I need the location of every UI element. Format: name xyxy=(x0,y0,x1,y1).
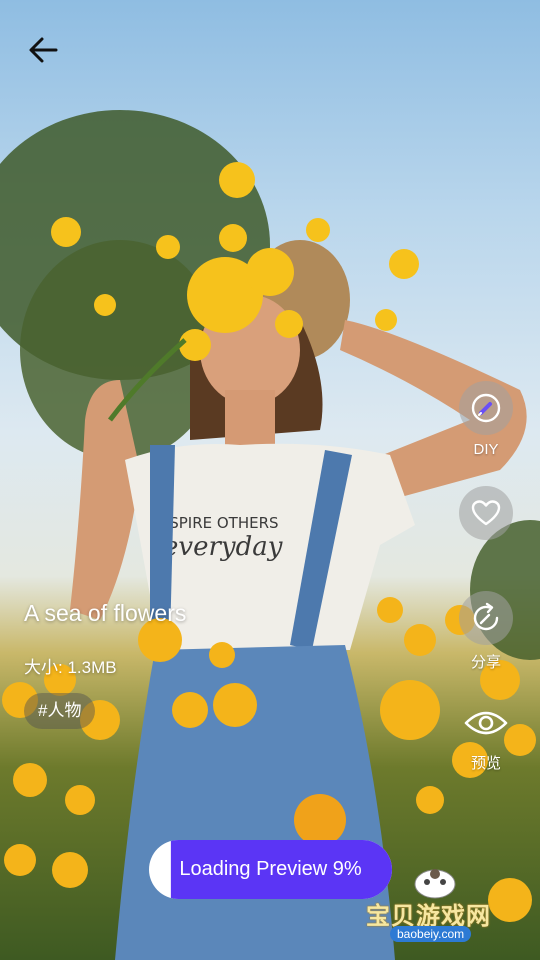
file-size: 大小: 1.3MB xyxy=(24,658,117,677)
share-label: 分享 xyxy=(470,654,501,671)
category-tag[interactable]: #人物 xyxy=(24,693,96,729)
diy-button[interactable] xyxy=(459,381,513,435)
diy-label: DIY xyxy=(473,441,499,458)
wallpaper-title: A sea of flowers xyxy=(24,600,187,626)
watermark-url: baobeiy.com xyxy=(390,926,472,942)
preview-button[interactable] xyxy=(459,696,513,750)
heart-icon xyxy=(471,500,501,526)
gamepad-icon xyxy=(414,869,456,899)
loading-label: Loading Preview 9% xyxy=(179,858,362,880)
eye-icon xyxy=(464,711,508,735)
pen-icon xyxy=(471,393,501,423)
loading-preview-progress[interactable]: Loading Preview 9% xyxy=(149,840,392,899)
back-button[interactable] xyxy=(26,32,62,68)
preview-label: 预览 xyxy=(470,755,501,772)
watermark-logo: 宝贝游戏网 baobeiy.com xyxy=(362,862,512,952)
preview-action[interactable]: 预览 xyxy=(458,696,514,773)
share-icon xyxy=(473,602,499,631)
share-button[interactable] xyxy=(459,591,513,645)
svg-text:NSPIRE OTHERS: NSPIRE OTHERS xyxy=(158,514,279,532)
like-button[interactable] xyxy=(459,486,513,540)
wallpaper-image: NSPIRE OTHERS everyday xyxy=(0,0,540,960)
arrow-left-icon xyxy=(29,37,58,63)
share-action[interactable]: 分享 xyxy=(458,591,514,672)
diy-action[interactable]: DIY xyxy=(458,381,514,458)
like-action[interactable] xyxy=(458,486,514,540)
svg-text:everyday: everyday xyxy=(163,532,283,562)
